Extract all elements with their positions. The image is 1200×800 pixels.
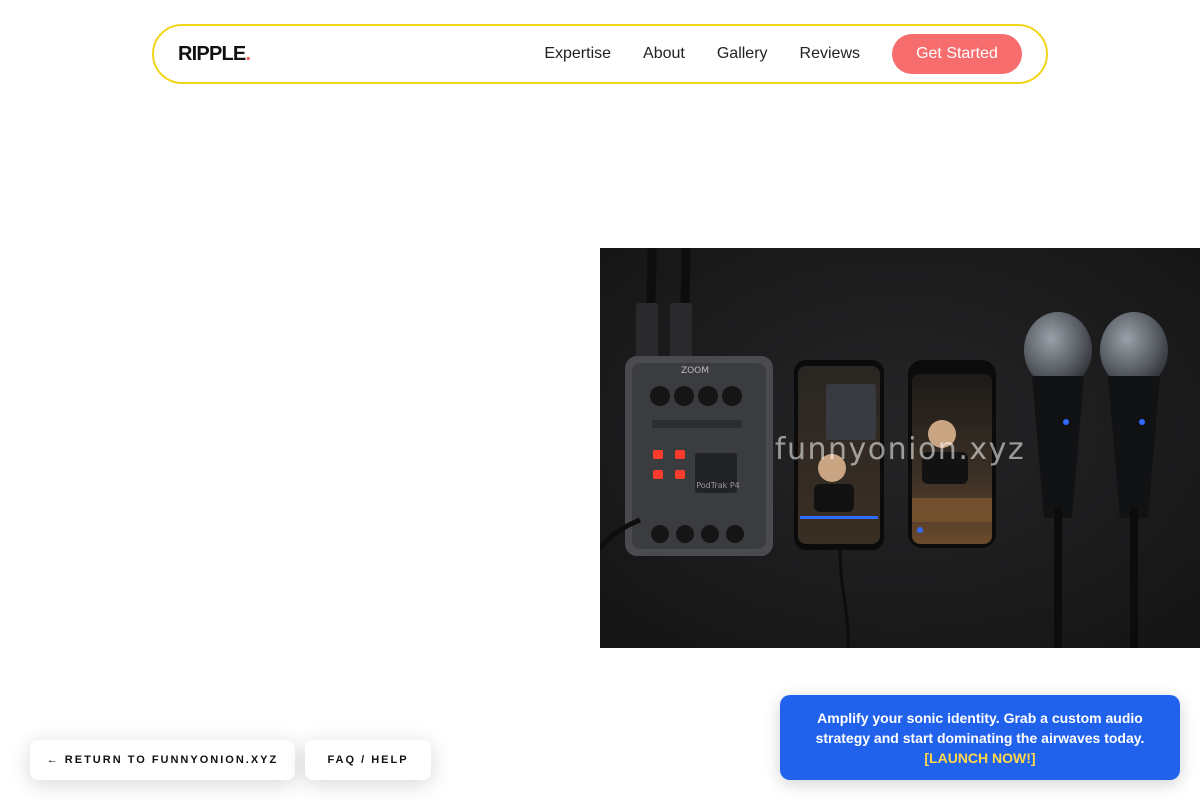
nav-link-about[interactable]: About xyxy=(643,45,685,63)
faq-button-label: FAQ / HELP xyxy=(327,754,409,766)
watermark-text: funnyonion.xyz xyxy=(774,432,1026,467)
hero-image: ZOOM PodTrak P4 funnyonion.xyz xyxy=(600,248,1200,648)
svg-text:PodTrak P4: PodTrak P4 xyxy=(696,481,740,490)
header-navbar: RIPPLE. Expertise About Gallery Reviews … xyxy=(152,24,1048,84)
logo-text: RIPPLE xyxy=(178,42,246,65)
return-button-label: ← RETURN TO FUNNYONION.XYZ xyxy=(46,754,279,766)
logo-dot: . xyxy=(245,42,251,65)
nav-link-gallery[interactable]: Gallery xyxy=(717,45,768,63)
svg-text:ZOOM: ZOOM xyxy=(681,366,709,376)
launch-now-link[interactable]: [LAUNCH NOW!] xyxy=(804,748,1156,768)
logo[interactable]: RIPPLE. xyxy=(178,42,251,66)
nav-link-expertise[interactable]: Expertise xyxy=(544,45,611,63)
get-started-button[interactable]: Get Started xyxy=(892,34,1022,74)
promo-message: Amplify your sonic identity. Grab a cust… xyxy=(815,710,1145,746)
faq-help-button[interactable]: FAQ / HELP xyxy=(305,740,431,780)
promo-banner[interactable]: Amplify your sonic identity. Grab a cust… xyxy=(780,695,1180,780)
return-to-site-button[interactable]: ← RETURN TO FUNNYONION.XYZ xyxy=(30,740,295,780)
main-nav: Expertise About Gallery Reviews Get Star… xyxy=(544,34,1022,74)
nav-link-reviews[interactable]: Reviews xyxy=(800,45,860,63)
